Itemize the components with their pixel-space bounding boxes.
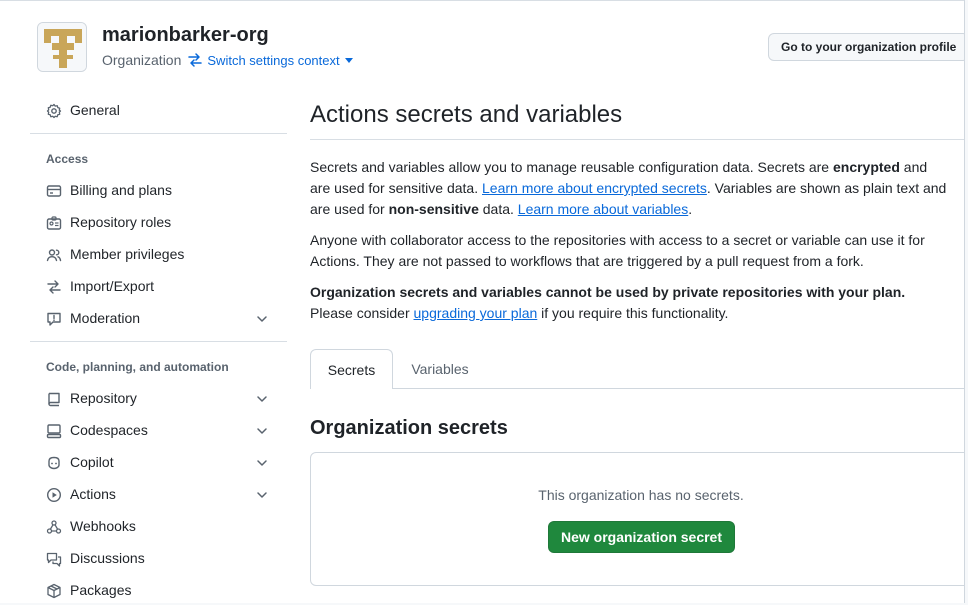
title-divider — [310, 139, 964, 140]
sidebar-item-repository[interactable]: Repository — [30, 383, 287, 415]
plan-text: Please consider — [310, 305, 414, 321]
sidebar-item-webhooks[interactable]: Webhooks — [30, 511, 287, 543]
upgrade-plan-link[interactable]: upgrading your plan — [414, 305, 538, 321]
sidebar-item-label: Codespaces — [70, 422, 148, 438]
package-icon — [47, 583, 61, 599]
tab-secrets[interactable]: Secrets — [310, 349, 393, 389]
sidebar-item-label: Packages — [70, 582, 132, 598]
sidebar-heading-code: Code, planning, and automation — [46, 360, 229, 374]
org-type-label: Organization — [102, 52, 182, 68]
intro-bold-non-sensitive: non-sensitive — [388, 201, 479, 217]
collaborator-text: Actions. They are not passed to workflow… — [310, 253, 864, 269]
sidebar-item-label: Copilot — [70, 454, 114, 470]
learn-encrypted-secrets-link[interactable]: Learn more about encrypted secrets — [482, 180, 707, 196]
chevron-down-icon — [257, 492, 267, 498]
sidebar-item-label: Webhooks — [70, 518, 136, 534]
secrets-empty-box: This organization has no secrets. New or… — [310, 452, 968, 586]
chevron-down-icon — [257, 460, 267, 466]
sidebar-item-label: Repository — [70, 390, 137, 406]
arrow-switch-icon — [47, 280, 61, 294]
tab-variables[interactable]: Variables — [393, 349, 487, 388]
collaborator-text: Anyone with collaborator access to the r… — [310, 232, 925, 248]
sidebar-item-actions[interactable]: Actions — [30, 479, 287, 511]
sidebar-divider — [30, 133, 287, 134]
sidebar-item-discussions[interactable]: Discussions — [30, 543, 287, 575]
new-org-secret-button[interactable]: New organization secret — [548, 521, 735, 553]
play-icon — [46, 487, 62, 503]
plan-paragraph: Organization secrets and variables canno… — [310, 282, 964, 324]
sidebar-item-label: Discussions — [70, 550, 145, 566]
top-border — [0, 0, 968, 1]
id-badge-icon — [46, 216, 62, 230]
sidebar-item-repository-roles[interactable]: Repository roles — [30, 207, 287, 239]
sidebar-heading-access: Access — [46, 152, 89, 166]
page-title: Actions secrets and variables — [310, 101, 623, 128]
webhook-icon — [46, 520, 62, 534]
sidebar-item-member-privileges[interactable]: Member privileges — [30, 239, 287, 271]
chevron-down-icon — [257, 316, 267, 322]
intro-text: are used for sensitive data. — [310, 180, 482, 196]
switch-settings-label: Switch settings context — [207, 52, 340, 68]
intro-text: and — [899, 159, 928, 175]
intro-bold-encrypted: encrypted — [832, 159, 900, 175]
sidebar-item-label: Moderation — [70, 310, 141, 326]
intro-paragraph: Secrets and variables allow you to manag… — [310, 157, 964, 220]
codespaces-icon — [46, 424, 62, 439]
org-name[interactable]: marionbarker-org — [102, 24, 269, 47]
secrets-variables-tabs: Secrets Variables — [310, 349, 964, 389]
chevron-down-icon — [257, 428, 267, 434]
tab-underline — [393, 388, 964, 389]
intro-text: data. — [478, 201, 518, 217]
org-avatar[interactable] — [37, 22, 87, 72]
people-icon — [46, 249, 62, 262]
sidebar-item-label: Billing and plans — [70, 182, 172, 198]
comment-discussion-icon — [46, 552, 62, 567]
intro-text: are used for — [310, 201, 389, 217]
sidebar-item-import-export[interactable]: Import/Export — [30, 271, 287, 303]
sidebar-item-general[interactable]: General — [30, 95, 287, 127]
chevron-down-icon — [257, 396, 267, 402]
intro-text: . — [688, 201, 693, 217]
repo-icon — [48, 392, 60, 407]
section-title: Organization secrets — [310, 417, 508, 439]
report-icon — [47, 312, 61, 326]
org-subtitle: Organization Switch settings context — [102, 52, 354, 68]
sidebar-item-label: Member privileges — [70, 246, 185, 262]
copilot-icon — [48, 456, 60, 470]
sidebar-item-label: Repository roles — [70, 214, 172, 230]
credit-card-icon — [46, 185, 62, 197]
sidebar-item-label: Actions — [70, 486, 116, 502]
learn-variables-link[interactable]: Learn more about variables — [518, 201, 688, 217]
org-logo-icon — [38, 23, 86, 71]
collaborator-paragraph: Anyone with collaborator access to the r… — [310, 230, 964, 272]
intro-text: Secrets and variables allow you to manag… — [310, 159, 833, 175]
sidebar-item-label: Import/Export — [70, 278, 155, 294]
arrow-switch-icon — [188, 53, 203, 67]
empty-state-text: This organization has no secrets. — [538, 487, 744, 503]
scrollbar-track[interactable] — [964, 0, 968, 605]
triangle-down-icon — [344, 58, 353, 63]
go-to-org-profile-button[interactable]: Go to your organization profile — [768, 33, 968, 61]
sidebar-item-codespaces[interactable]: Codespaces — [30, 415, 287, 447]
sidebar-item-copilot[interactable]: Copilot — [30, 447, 287, 479]
intro-text: . Variables are shown as plain text and — [706, 180, 947, 196]
gear-icon — [46, 103, 62, 119]
sidebar-item-moderation[interactable]: Moderation — [30, 303, 287, 335]
sidebar-item-label: General — [70, 102, 120, 118]
switch-settings-context-button[interactable]: Switch settings context — [187, 52, 353, 68]
plan-text: if you require this functionality. — [537, 305, 729, 321]
plan-warning-bold: Organization secrets and variables canno… — [310, 284, 906, 300]
sidebar-divider — [30, 341, 287, 342]
sidebar-item-billing[interactable]: Billing and plans — [30, 175, 287, 207]
